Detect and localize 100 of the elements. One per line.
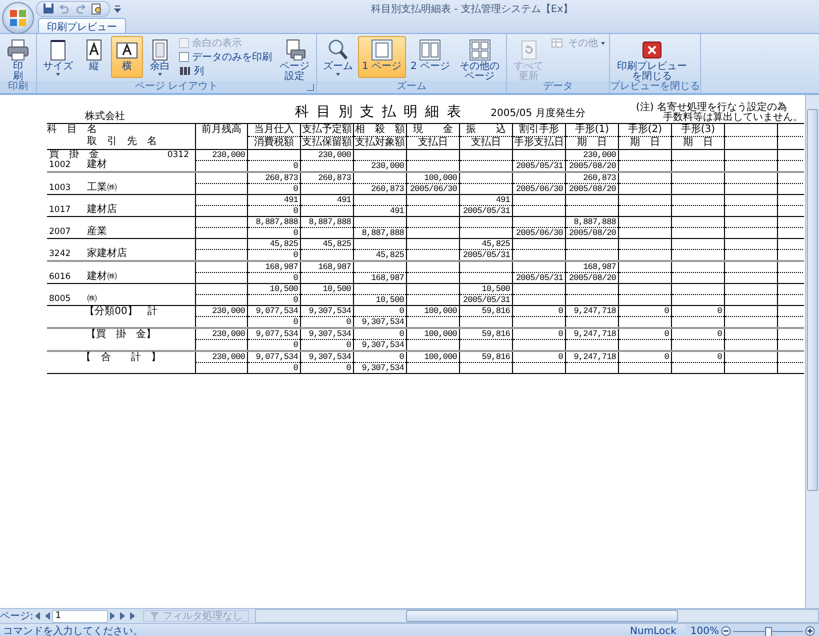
vertical-scrollbar[interactable] <box>805 95 819 608</box>
cell-value: 8,887,888 <box>308 217 351 227</box>
cell-value: 230,000 <box>212 329 245 339</box>
group-label: ズーム <box>396 81 427 93</box>
ribbon-button[interactable]: 横 <box>111 36 143 78</box>
cell-value: 45,825 <box>482 239 510 249</box>
column-header: 期 日 <box>683 137 713 149</box>
printer-icon <box>6 38 30 62</box>
cell-value: 59,816 <box>482 352 510 362</box>
ribbon-button[interactable]: ズーム <box>319 36 357 78</box>
cell-value: 0 <box>293 273 298 283</box>
report-title: 科目別支払明細表 <box>295 103 469 122</box>
page-label: ページ: <box>0 610 34 623</box>
table-icon <box>551 36 566 48</box>
cell-value: 491 <box>390 206 404 216</box>
cell-value: 2005/05/31 <box>516 161 563 171</box>
cell-value: 230,000 <box>371 161 404 171</box>
cell-value: 230,000 <box>583 150 616 160</box>
cell-value: 0 <box>717 306 722 316</box>
column-header: 期 日 <box>630 137 660 149</box>
cell-value: 10,500 <box>482 284 510 294</box>
ribbon-button[interactable]: 列 <box>179 64 272 77</box>
cell-value: 9,307,534 <box>362 317 404 327</box>
cell-value: 260,873 <box>371 184 404 194</box>
vendor-code: 1017 <box>49 205 72 215</box>
single-page-icon <box>370 38 394 62</box>
cell-value: 10,500 <box>270 284 298 294</box>
customize-icon[interactable] <box>114 4 121 12</box>
ribbon-tab[interactable]: 印刷プレビュー <box>38 18 126 33</box>
vendor-code: 8005 <box>49 294 72 304</box>
four-pages-icon <box>468 38 492 62</box>
ribbon-button[interactable]: サイズ <box>39 36 77 78</box>
status-message: コマンドを入力してください。 <box>3 624 144 636</box>
cell-value: 2005/05/31 <box>462 206 510 216</box>
cell-value: 0 <box>293 206 298 216</box>
two-pages-icon <box>418 38 442 62</box>
cell-value: 8,887,888 <box>362 228 404 238</box>
cell-value: 168,987 <box>371 273 404 283</box>
vendor-code: 1002 <box>49 160 72 170</box>
column-header: 科 目 名 <box>47 124 97 136</box>
ribbon-button[interactable]: 縦 <box>78 36 110 78</box>
cell-value: 260,873 <box>318 173 351 183</box>
four-squares-icon <box>9 9 27 27</box>
cell-value: 0 <box>293 250 298 260</box>
horizontal-scrollbar[interactable] <box>255 609 819 623</box>
column-header: 手形(1) <box>574 124 610 136</box>
column-header: 取 引 先 名 <box>87 136 157 148</box>
note-text: (注) 名寄せ処理を行なう設定の為 <box>636 103 787 113</box>
cell-value: 0 <box>558 352 563 362</box>
caret-icon <box>56 73 60 76</box>
cell-value: 0 <box>399 306 404 316</box>
cell-value: 0 <box>399 352 404 362</box>
column-header: 手形(3) <box>680 124 716 136</box>
cell-value: 9,307,534 <box>362 363 404 373</box>
caret-icon <box>601 42 606 44</box>
magnifier-icon <box>326 38 350 62</box>
vendor-name: 建材店 <box>87 205 117 215</box>
total-label: 【分類00】 計 <box>84 307 158 317</box>
cell-value: 9,247,718 <box>574 352 616 362</box>
last-page-icon[interactable] <box>118 611 128 621</box>
column-header: 相 殺 額 <box>355 124 405 136</box>
office-button[interactable] <box>2 2 34 34</box>
cell-value: 2005/06/30 <box>410 184 457 194</box>
cell-value: 0 <box>346 340 351 350</box>
new-page-icon[interactable] <box>128 611 138 621</box>
cell-value: 9,077,534 <box>256 306 298 316</box>
vendor-code: 2007 <box>49 227 72 237</box>
cell-value: 59,816 <box>482 329 510 339</box>
column-header: 手形(2) <box>628 124 662 136</box>
save-icon[interactable] <box>43 3 54 14</box>
cell-value: 491 <box>336 195 351 205</box>
vendor-code: 3242 <box>49 249 72 259</box>
cell-value: 9,307,534 <box>308 306 351 316</box>
cell-value: 491 <box>496 195 510 205</box>
zoom-slider[interactable] <box>765 626 772 636</box>
cell-value: 0 <box>293 184 298 194</box>
zoom-out-icon[interactable] <box>721 626 731 636</box>
column-header: 手形支払日 <box>514 137 564 149</box>
column-header: 割引手形 <box>519 124 559 136</box>
ribbon-button[interactable]: 印刷プレビューを閉じる <box>612 36 692 81</box>
ribbon-button[interactable]: 1 ページ <box>358 36 406 78</box>
print-preview-icon[interactable] <box>91 2 103 14</box>
cell-value: 2005/08/20 <box>568 228 616 238</box>
ribbon-button[interactable]: 2 ページ <box>406 36 454 78</box>
caret-icon <box>336 73 340 76</box>
column-header: 支払対象額 <box>355 137 405 149</box>
cell-value: 9,077,534 <box>256 329 298 339</box>
report-period: 2005/05 月度発生分 <box>490 106 586 121</box>
ribbon-button[interactable]: 余白 <box>144 36 176 78</box>
cell-value: 0 <box>293 317 298 327</box>
zoom-in-icon[interactable] <box>805 626 815 636</box>
cell-value: 9,307,534 <box>308 352 351 362</box>
first-page-icon[interactable] <box>33 611 42 621</box>
cell-value: 0 <box>293 295 298 305</box>
vendor-name: 産業 <box>87 227 107 237</box>
vendor-name: 建材 <box>87 160 107 170</box>
checkbox[interactable]: データのみを印刷 <box>179 50 272 63</box>
page-field[interactable]: 1 <box>52 610 108 622</box>
launcher-icon[interactable] <box>307 84 314 91</box>
cell-value: 230,000 <box>212 352 245 362</box>
